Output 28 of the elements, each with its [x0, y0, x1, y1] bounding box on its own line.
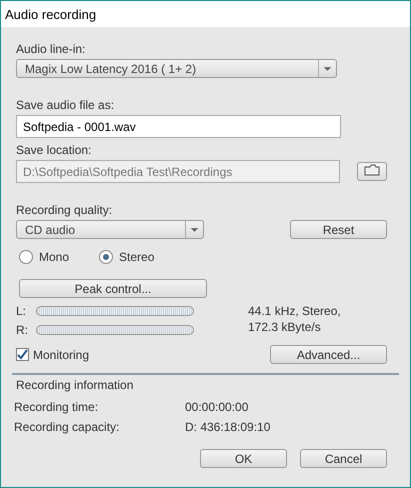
check-icon	[17, 349, 28, 360]
info-value: 00:00:00:00	[185, 400, 248, 414]
dialog-button[interactable]: OK	[200, 449, 287, 468]
folder-icon	[364, 164, 380, 176]
field-label: Save audio file as:	[16, 98, 116, 112]
section-title: Recording information	[16, 378, 134, 392]
meter-label: R:	[16, 323, 29, 337]
browse-button[interactable]	[357, 162, 387, 181]
channel-radio[interactable]: Mono	[19, 250, 70, 264]
info-label: Recording capacity:	[14, 420, 120, 434]
monitoring-checkbox[interactable]: Monitoring	[16, 348, 90, 362]
field-label: Recording quality:	[16, 203, 114, 217]
channel-radio[interactable]: Stereo	[99, 250, 154, 264]
meter-label: L:	[16, 304, 28, 318]
dialog-button[interactable]: Cancel	[300, 449, 387, 468]
peak-control-button[interactable]: Peak control...	[19, 279, 207, 298]
reset-button[interactable]: Reset	[290, 220, 387, 239]
window-title: Audio recording	[5, 6, 96, 22]
info-label: Recording time:	[14, 400, 100, 414]
format-info: 44.1 kHz, Stereo,	[248, 304, 341, 318]
info-value: D: 436:18:09:10	[185, 420, 270, 434]
file-name-field[interactable]: Softpedia - 0001.wav	[16, 115, 341, 138]
field-label: Audio line-in:	[16, 42, 86, 56]
field-label: Save location:	[16, 143, 92, 157]
line-in-dropdown[interactable]: Magix Low Latency 2016 ( 1+ 2)	[16, 59, 337, 78]
format-info: 172.3 kByte/s	[248, 320, 322, 334]
quality-dropdown[interactable]: CD audio	[16, 220, 204, 239]
advanced-button[interactable]: Advanced...	[270, 345, 387, 364]
